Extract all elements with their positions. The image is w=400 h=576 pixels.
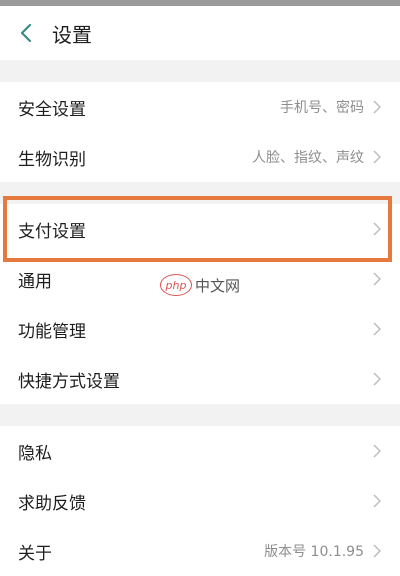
settings-row-shortcuts[interactable]: 快捷方式设置 xyxy=(0,354,400,404)
section-divider xyxy=(0,60,400,82)
chevron-right-icon xyxy=(372,544,382,558)
chevron-right-icon xyxy=(372,100,382,114)
chevron-right-icon xyxy=(372,150,382,164)
row-label: 关于 xyxy=(18,543,52,564)
row-label: 通用 xyxy=(18,271,52,292)
page-title: 设置 xyxy=(52,22,92,47)
chevron-right-icon xyxy=(372,322,382,336)
row-label: 快捷方式设置 xyxy=(18,371,120,392)
settings-row-payment[interactable]: 支付设置 xyxy=(0,204,400,254)
row-value: 版本号 10.1.95 xyxy=(264,544,364,560)
settings-group-about: 隐私 求助反馈 关于 版本号 10.1.95 xyxy=(0,426,400,576)
row-label: 功能管理 xyxy=(18,321,86,342)
settings-group-security: 安全设置 手机号、密码 生物识别 人脸、指纹、声纹 xyxy=(0,82,400,182)
row-label: 安全设置 xyxy=(18,99,86,120)
settings-row-privacy[interactable]: 隐私 xyxy=(0,426,400,476)
row-value: 手机号、密码 xyxy=(280,100,364,116)
row-value: 人脸、指纹、声纹 xyxy=(252,150,364,166)
chevron-right-icon xyxy=(372,272,382,286)
settings-row-general[interactable]: 通用 xyxy=(0,254,400,304)
settings-row-security[interactable]: 安全设置 手机号、密码 xyxy=(0,82,400,132)
settings-row-about[interactable]: 关于 版本号 10.1.95 xyxy=(0,526,400,576)
chevron-left-icon xyxy=(20,23,32,43)
row-label: 求助反馈 xyxy=(18,493,86,514)
chevron-right-icon xyxy=(372,444,382,458)
row-label: 支付设置 xyxy=(18,221,86,242)
app-header: 设置 xyxy=(0,6,400,60)
chevron-right-icon xyxy=(372,222,382,236)
section-divider xyxy=(0,182,400,204)
settings-row-biometric[interactable]: 生物识别 人脸、指纹、声纹 xyxy=(0,132,400,182)
back-button[interactable] xyxy=(12,19,40,47)
chevron-right-icon xyxy=(372,372,382,386)
section-divider xyxy=(0,404,400,426)
settings-group-general: 支付设置 通用 功能管理 快捷方式设置 xyxy=(0,204,400,404)
row-label: 生物识别 xyxy=(18,149,86,170)
settings-row-features[interactable]: 功能管理 xyxy=(0,304,400,354)
row-label: 隐私 xyxy=(18,443,52,464)
settings-row-help-feedback[interactable]: 求助反馈 xyxy=(0,476,400,526)
chevron-right-icon xyxy=(372,494,382,508)
